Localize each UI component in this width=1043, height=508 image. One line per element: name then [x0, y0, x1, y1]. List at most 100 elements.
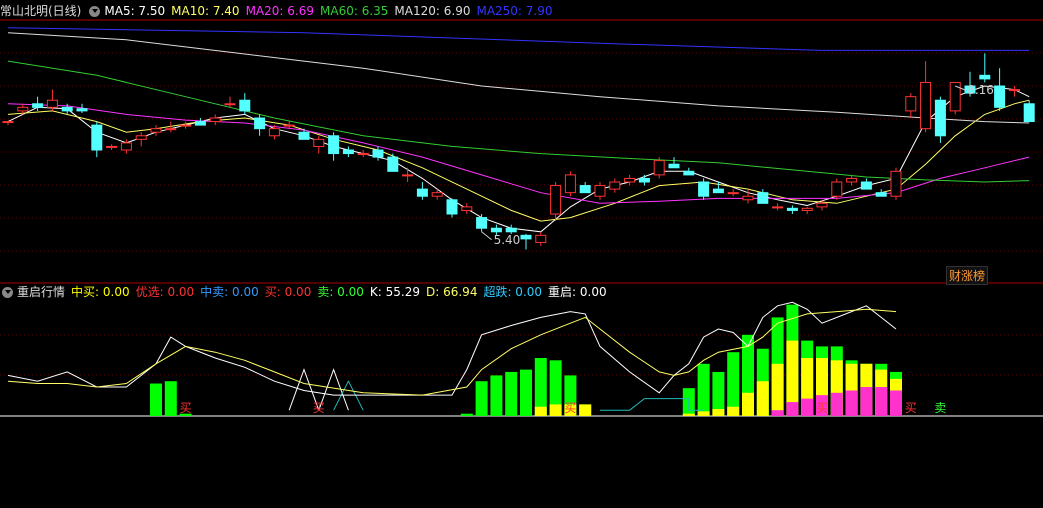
ma-line-ma5	[7, 85, 1030, 233]
candle-body	[816, 202, 828, 208]
candle-body	[2, 121, 14, 124]
candle-body	[17, 106, 29, 112]
candle-body	[357, 153, 369, 156]
candle-body	[120, 142, 132, 151]
ma10-value: MA10: 7.40	[171, 4, 240, 18]
candle-body	[328, 135, 340, 155]
candle-body	[668, 163, 680, 169]
candle-body	[624, 177, 636, 183]
indicator-bar	[579, 404, 592, 416]
candle-body	[860, 181, 872, 190]
candle-body	[461, 206, 473, 211]
dropdown-icon[interactable]	[2, 286, 13, 298]
candle-body	[446, 199, 458, 215]
ma250-value: MA250: 7.90	[476, 4, 553, 18]
indicator-bar	[786, 402, 799, 416]
price-pane[interactable]: 8.16 5.40	[2, 27, 1035, 250]
indicator-bar	[549, 404, 562, 416]
signal-label: 买	[180, 401, 192, 415]
candle-body	[180, 124, 192, 127]
spike-line	[333, 380, 364, 411]
price-annotation: 8.16	[967, 83, 994, 97]
indicator-bar	[727, 352, 740, 416]
indicator-bar	[520, 369, 532, 416]
mid-buy-value: 中买: 0.00	[71, 285, 130, 299]
indicator-bar	[875, 387, 888, 416]
mid-sell-value: 中卖: 0.00	[200, 285, 259, 299]
indicator-name[interactable]: 重启行情	[17, 283, 65, 301]
indicator-bar	[475, 381, 488, 416]
sell-value: 卖: 0.00	[317, 285, 364, 299]
candle-body	[535, 234, 547, 243]
candle-body	[402, 174, 414, 177]
candle-body	[298, 131, 310, 140]
select-value: 优选: 0.00	[135, 285, 195, 299]
candle-body	[875, 192, 887, 197]
signal-label: 买	[564, 401, 576, 415]
stock-name[interactable]: 常山北明(日线)	[0, 2, 81, 20]
indicator-bar	[150, 383, 162, 416]
candle-body	[772, 206, 784, 209]
candle-body	[905, 96, 917, 112]
candle-body	[550, 185, 562, 215]
candle-body	[609, 181, 621, 190]
candle-body	[76, 108, 88, 112]
candle-body	[698, 181, 710, 197]
candle-body	[431, 192, 443, 197]
candle-body	[224, 103, 236, 106]
indicator-pane[interactable]: 买买买买买卖	[0, 301, 1043, 417]
candle-body	[283, 124, 295, 127]
candle-body	[831, 181, 843, 197]
ma60-value: MA60: 6.35	[320, 4, 389, 18]
candle-body	[165, 128, 177, 131]
candle-body	[979, 74, 991, 80]
candle-body	[313, 138, 325, 147]
price-annotation: 5.40	[494, 233, 521, 247]
candle-body	[505, 227, 517, 233]
candle-body	[994, 85, 1006, 108]
candle-body	[727, 192, 739, 195]
candle-body	[209, 117, 221, 123]
signal-label: 买	[816, 401, 828, 415]
candle-body	[46, 99, 58, 108]
price-header: 常山北明(日线) MA5: 7.50 MA10: 7.40 MA20: 6.69…	[0, 2, 559, 20]
ma20-value: MA20: 6.69	[245, 4, 314, 18]
indicator-bar	[505, 371, 518, 416]
ma-line-ma250	[7, 27, 1030, 51]
candle-body	[801, 207, 813, 211]
ma5-value: MA5: 7.50	[104, 4, 166, 18]
chart-canvas[interactable]: 8.16 5.40 买 买 买 买 买 卖	[0, 0, 1043, 508]
indicator-bar	[534, 406, 547, 416]
indicator-bar	[712, 409, 725, 416]
dropdown-icon[interactable]	[89, 5, 101, 17]
indicator-bar	[742, 392, 754, 416]
candle-body	[106, 145, 118, 148]
candle-body	[934, 99, 946, 137]
candle-body	[239, 99, 251, 112]
price-annotation-leader	[481, 231, 492, 241]
candle-body	[564, 174, 576, 194]
candle-body	[786, 207, 798, 211]
candle-body	[150, 128, 162, 133]
candle-body	[846, 177, 858, 183]
candle-body	[594, 185, 606, 197]
d-value: D: 66.94	[426, 285, 478, 299]
candle-body	[579, 185, 591, 194]
candle-body	[1023, 103, 1035, 123]
candle-body	[91, 124, 103, 151]
rank-badge[interactable]: 财涨榜	[946, 266, 989, 285]
oversold-value: 超跌: 0.00	[483, 285, 543, 299]
indicator-bar	[860, 387, 873, 416]
indicator-bar	[845, 390, 858, 416]
indicator-bar	[890, 390, 902, 416]
candle-body	[920, 81, 932, 130]
candle-body	[254, 117, 266, 130]
indicator-bar	[490, 375, 503, 416]
indicator-bar	[697, 411, 710, 416]
candle-body	[757, 192, 769, 204]
candle-body	[372, 149, 384, 158]
candle-body	[416, 188, 428, 197]
candle-body	[342, 149, 354, 155]
ma-line-ma120	[7, 32, 1030, 124]
indicator-bar	[771, 363, 784, 416]
